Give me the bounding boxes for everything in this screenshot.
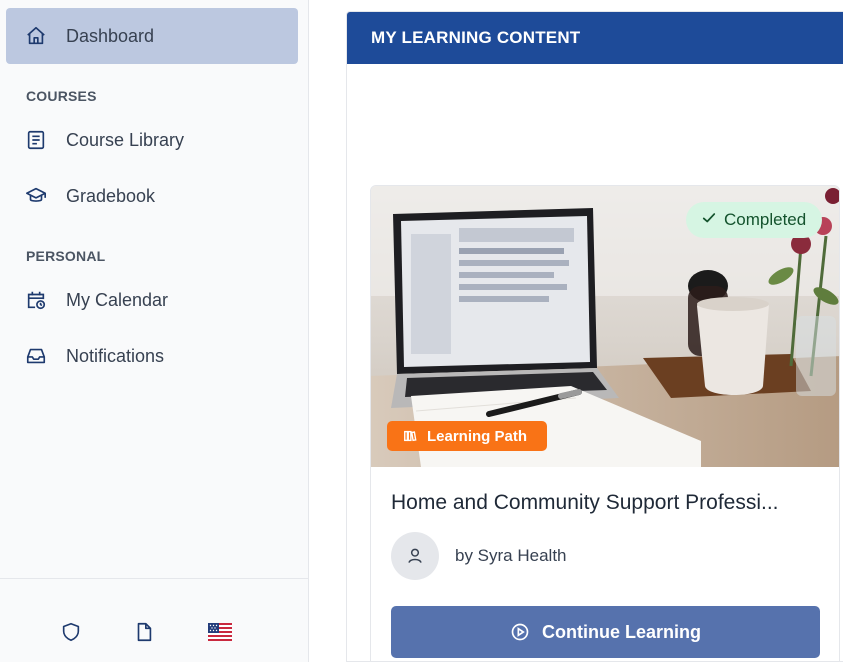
sidebar-item-my-calendar[interactable]: My Calendar [6, 272, 298, 328]
panel-title: MY LEARNING CONTENT [371, 28, 581, 47]
learning-path-badge: Learning Path [387, 421, 548, 451]
book-icon [24, 128, 48, 152]
continue-learning-button[interactable]: Continue Learning [391, 606, 820, 658]
sidebar-item-notifications[interactable]: Notifications [6, 328, 298, 384]
shield-icon[interactable] [58, 619, 84, 645]
course-title[interactable]: Home and Community Support Professi... [391, 491, 831, 515]
home-icon [24, 24, 48, 48]
books-icon [403, 429, 427, 443]
sidebar-item-label: My Calendar [66, 289, 169, 310]
us-flag-icon[interactable] [207, 619, 233, 645]
sidebar-item-label: Notifications [66, 345, 165, 366]
learning-path-label: Learning Path [427, 427, 528, 445]
avatar [391, 532, 439, 580]
sidebar-item-label: Dashboard [66, 25, 155, 46]
section-header-courses: COURSES [26, 88, 97, 104]
user-icon [405, 546, 425, 566]
panel-header: MY LEARNING CONTENT [347, 12, 843, 64]
sidebar-item-label: Course Library [66, 129, 185, 150]
sidebar-item-course-library[interactable]: Course Library [6, 112, 298, 168]
continue-learning-label: Continue Learning [542, 621, 701, 642]
calendar-clock-icon [24, 288, 48, 312]
completed-badge-label: Completed [724, 210, 807, 229]
learning-content-panel: MY LEARNING CONTENT Completed Learning P… [346, 11, 843, 662]
sidebar: Dashboard COURSES Course Library Gradebo… [0, 0, 309, 662]
graduation-cap-icon [24, 184, 48, 208]
check-icon [702, 211, 716, 229]
sidebar-item-gradebook[interactable]: Gradebook [6, 168, 298, 224]
course-thumbnail[interactable]: Completed Learning Path [371, 186, 839, 467]
completed-badge: Completed [686, 202, 823, 238]
course-card[interactable]: Completed Learning Path Home and Communi… [370, 185, 840, 661]
section-header-personal: PERSONAL [26, 248, 106, 264]
sidebar-item-label: Gradebook [66, 185, 156, 206]
sidebar-item-dashboard[interactable]: Dashboard [6, 8, 298, 64]
sidebar-footer [0, 578, 308, 662]
play-circle-icon [510, 622, 542, 642]
document-icon[interactable] [131, 619, 157, 645]
course-author: by Syra Health [455, 546, 567, 565]
inbox-icon [24, 344, 48, 368]
